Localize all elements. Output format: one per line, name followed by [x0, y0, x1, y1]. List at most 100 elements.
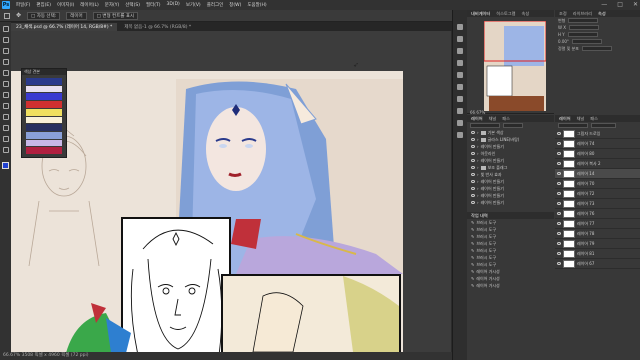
- layer-row[interactable]: 레이어 74: [555, 139, 640, 149]
- patterns-icon[interactable]: [457, 96, 463, 102]
- paragraph-icon[interactable]: [457, 60, 463, 66]
- visibility-eye-icon[interactable]: [557, 262, 561, 265]
- panel-tab[interactable]: 레이어: [471, 116, 483, 122]
- visibility-eye-icon[interactable]: [557, 212, 561, 215]
- history-row[interactable]: ✎ 브러시 도구: [467, 233, 554, 240]
- brush-tool-icon[interactable]: [2, 81, 9, 87]
- expand-chevron-icon[interactable]: ›: [477, 165, 479, 170]
- color-swatch[interactable]: [26, 101, 62, 108]
- layer-group-row[interactable]: › 레이어 만들기: [467, 143, 554, 150]
- visibility-eye-icon[interactable]: [557, 142, 561, 145]
- visibility-eye-icon[interactable]: [557, 172, 561, 175]
- layer-row[interactable]: 레이어 67: [555, 259, 640, 269]
- type-tool-icon[interactable]: [2, 125, 9, 131]
- pen-tool-icon[interactable]: [2, 114, 9, 120]
- menu-item[interactable]: 창(W): [229, 2, 241, 8]
- visibility-eye-icon[interactable]: [557, 202, 561, 205]
- color-swatch[interactable]: [26, 108, 62, 116]
- visibility-eye-icon[interactable]: [471, 201, 475, 204]
- color-swatch[interactable]: [26, 78, 62, 85]
- history-row[interactable]: ✎ 브러시 도구: [467, 254, 554, 261]
- menu-item[interactable]: 필터(T): [146, 2, 161, 8]
- menu-item[interactable]: 이미지(I): [57, 2, 74, 8]
- visibility-eye-icon[interactable]: [557, 162, 561, 165]
- eyedropper-tool-icon[interactable]: [2, 70, 9, 76]
- color-swatch[interactable]: [26, 147, 62, 155]
- visibility-eye-icon[interactable]: [471, 180, 475, 183]
- visibility-eye-icon[interactable]: [557, 152, 561, 155]
- tab-document-untitled[interactable]: 제목 없음-1 @ 66.7% (RGB/8) *: [119, 23, 196, 31]
- blend-mode-dropdown[interactable]: [503, 123, 523, 128]
- panel-tab[interactable]: 라이브러리: [573, 11, 592, 17]
- close-button[interactable]: ✕: [633, 1, 638, 8]
- auto-select-target-dropdown[interactable]: 레이어: [66, 11, 87, 20]
- brush-settings-icon[interactable]: [457, 36, 463, 42]
- layer-row[interactable]: 레이어 72: [555, 189, 640, 199]
- layer-row[interactable]: 레이어 79: [555, 239, 640, 249]
- layer-group-row[interactable]: › 레이어 만들기: [467, 192, 554, 199]
- visibility-eye-icon[interactable]: [471, 194, 475, 197]
- eraser-tool-icon[interactable]: [2, 92, 9, 98]
- color-swatch[interactable]: [26, 139, 62, 147]
- history-icon[interactable]: [457, 24, 463, 30]
- history-row[interactable]: ✎ 레이어 가시성: [467, 275, 554, 282]
- history-panel-title[interactable]: 작업 내역: [471, 213, 488, 219]
- libraries-icon[interactable]: [457, 120, 463, 126]
- auto-select-checkbox[interactable]: □ 자동 선택:: [27, 11, 61, 20]
- hand-tool-icon[interactable]: [2, 136, 9, 142]
- layer-group-row[interactable]: › 보조 플래그: [467, 164, 554, 171]
- property-field[interactable]: [568, 18, 599, 23]
- panel-tab[interactable]: 채널: [489, 116, 497, 122]
- menu-item[interactable]: 선택(S): [125, 2, 140, 8]
- history-row[interactable]: ✎ 레이어 가시성: [467, 268, 554, 275]
- layer-row[interactable]: 레이어 78: [555, 229, 640, 239]
- visibility-eye-icon[interactable]: [557, 132, 561, 135]
- layer-group-row[interactable]: › 레이어 만들기: [467, 199, 554, 206]
- expand-chevron-icon[interactable]: ›: [477, 179, 479, 184]
- document-canvas[interactable]: 색상 견본 ➶: [11, 31, 451, 352]
- layer-group-row[interactable]: › 글라스 LINE(바탕): [467, 136, 554, 143]
- opacity-field[interactable]: [591, 123, 616, 128]
- expand-chevron-icon[interactable]: ›: [477, 130, 479, 135]
- visibility-eye-icon[interactable]: [471, 159, 475, 162]
- color-swatch[interactable]: [26, 131, 62, 139]
- expand-chevron-icon[interactable]: ›: [477, 158, 479, 163]
- layer-row[interactable]: 레이어 80: [555, 149, 640, 159]
- history-row[interactable]: ✎ 브러시 도구: [467, 219, 554, 226]
- info-icon[interactable]: [457, 132, 463, 138]
- swatches-icon[interactable]: [457, 72, 463, 78]
- layer-group-row[interactable]: › 아웃라인: [467, 150, 554, 157]
- layer-row[interactable]: 레이어 70: [555, 179, 640, 189]
- layer-group-row[interactable]: › 레이어 만들기: [467, 157, 554, 164]
- expand-chevron-icon[interactable]: ›: [477, 172, 479, 177]
- layer-row[interactable]: 레이어 14: [555, 169, 640, 179]
- color-swatch[interactable]: [26, 124, 62, 131]
- layer-row[interactable]: 레이어 복사 2: [555, 159, 640, 169]
- panel-tab[interactable]: 레이어: [559, 116, 571, 122]
- panel-tab[interactable]: 패스: [502, 116, 510, 122]
- expand-chevron-icon[interactable]: ›: [477, 186, 479, 191]
- menu-item[interactable]: 보기(V): [186, 2, 201, 8]
- panel-tab[interactable]: 히스토그램: [496, 11, 515, 17]
- property-field[interactable]: [568, 25, 599, 30]
- move-tool-icon[interactable]: ✥: [16, 12, 21, 19]
- menu-item[interactable]: 편집(E): [36, 2, 51, 8]
- layer-group-row[interactable]: › 기본 색상: [467, 129, 554, 136]
- menu-item[interactable]: 플러그인: [207, 2, 224, 8]
- gradient-icon[interactable]: [457, 84, 463, 90]
- panel-tab[interactable]: 조정: [559, 11, 567, 17]
- color-swatch[interactable]: [26, 93, 62, 101]
- visibility-eye-icon[interactable]: [557, 252, 561, 255]
- layer-filter-dropdown[interactable]: [470, 123, 500, 128]
- visibility-eye-icon[interactable]: [557, 232, 561, 235]
- character-icon[interactable]: [457, 48, 463, 54]
- menu-item[interactable]: 레이어(L): [80, 2, 98, 8]
- expand-chevron-icon[interactable]: ›: [477, 151, 479, 156]
- layer-row[interactable]: 레이어 77: [555, 219, 640, 229]
- visibility-eye-icon[interactable]: [471, 166, 475, 169]
- zoom-tool-icon[interactable]: [2, 147, 9, 153]
- show-transform-controls-checkbox[interactable]: □ 변형 컨트롤 표시: [92, 11, 139, 20]
- history-row[interactable]: ✎ 브러시 도구: [467, 247, 554, 254]
- layer-row[interactable]: 그림자 드로잉: [555, 129, 640, 139]
- panel-tab[interactable]: 속성: [522, 11, 530, 17]
